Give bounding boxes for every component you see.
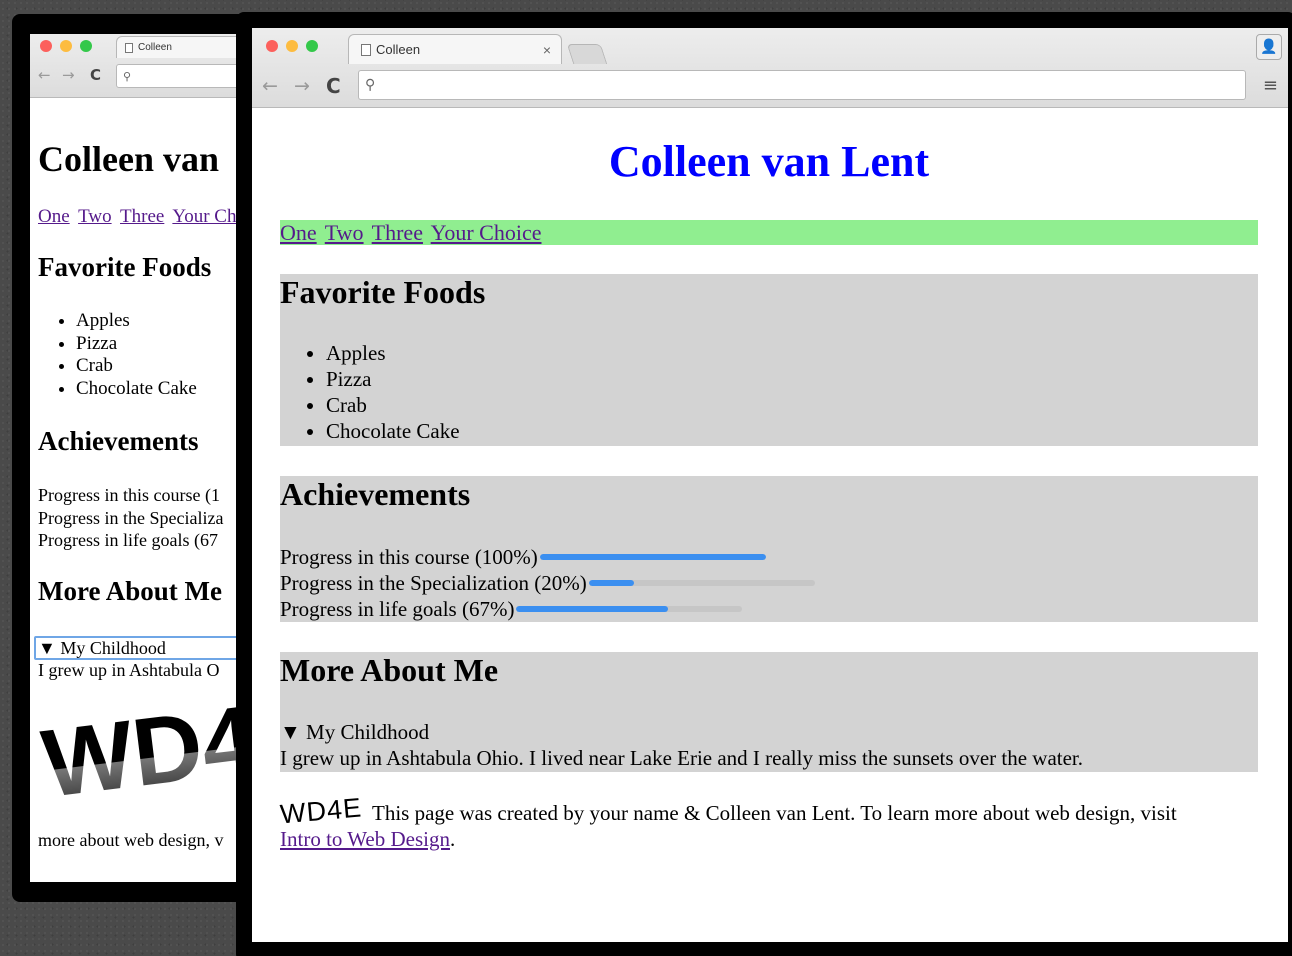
zoom-window-button[interactable] <box>306 40 318 52</box>
back-arrow-icon[interactable]: ← <box>262 75 278 97</box>
nav-link-your-choice[interactable]: Your Ch <box>172 206 236 227</box>
nav-link-one[interactable]: One <box>280 220 317 245</box>
page-title: Colleen van Lent <box>608 137 930 186</box>
foods-heading: Favorite Foods <box>38 252 212 282</box>
new-tab-button[interactable] <box>566 44 608 64</box>
close-window-button[interactable] <box>40 40 52 52</box>
disclosure-triangle-icon: ▼ <box>38 638 56 658</box>
list-item: Apples <box>76 310 197 333</box>
close-window-button[interactable] <box>266 40 278 52</box>
list-item: Pizza <box>326 366 460 392</box>
list-item: Crab <box>326 392 460 418</box>
achievements-section: Achievements Progress in this course (10… <box>280 476 1258 622</box>
minimize-window-button[interactable] <box>60 40 72 52</box>
list-item: Apples <box>326 340 460 366</box>
reload-icon[interactable]: C <box>90 66 101 84</box>
foreground-browser-window: Colleen × 👤 ← → C ⚲ ≡ Colleen van Lent O… <box>236 12 1292 956</box>
nav-bar: One Two Three Your Choice <box>280 220 1258 245</box>
progress-bar <box>539 554 766 560</box>
progress-label: Progress in life goals (67%) <box>280 597 515 621</box>
list-item: Chocolate Cake <box>326 418 460 444</box>
progress-bar-fill <box>588 580 634 586</box>
browser-tab[interactable]: Colleen <box>116 36 256 58</box>
disclosure-triangle-icon: ▼ <box>280 720 301 744</box>
address-bar[interactable]: ⚲ <box>358 70 1246 100</box>
childhood-detail: I grew up in Ashtabula O <box>38 660 220 680</box>
foods-list: Apples Pizza Crab Chocolate Cake <box>306 340 460 444</box>
footer-period: . <box>449 827 456 851</box>
childhood-detail: I grew up in Ashtabula Ohio. I lived nea… <box>280 746 1084 770</box>
browser-tab[interactable]: Colleen × <box>348 34 562 64</box>
progress-bar-fill <box>539 554 766 560</box>
search-icon: ⚲ <box>123 69 132 83</box>
nav-link-one[interactable]: One <box>38 206 70 227</box>
progress-list: Progress in this course (1 Progress in t… <box>38 484 223 552</box>
zoom-window-button[interactable] <box>80 40 92 52</box>
more-about-me-heading: More About Me <box>280 652 499 688</box>
progress-label: Progress in the Specialization (20%) <box>280 571 587 595</box>
footer-text: This page was created by your name & Col… <box>372 801 1177 825</box>
page-icon <box>361 43 371 56</box>
progress-label: Progress in this course (1 <box>38 485 220 505</box>
window-controls <box>40 40 92 52</box>
foods-heading: Favorite Foods <box>280 274 486 310</box>
foods-list: Apples Pizza Crab Chocolate Cake <box>58 310 197 400</box>
achievements-heading: Achievements <box>280 476 471 512</box>
menu-icon[interactable]: ≡ <box>1263 75 1278 96</box>
progress-row: Progress in the Specialization (20%) <box>280 570 815 596</box>
progress-bar-fill <box>516 606 668 612</box>
nav-links: One Two Three Your Ch <box>38 206 240 228</box>
list-item: Crab <box>76 355 197 378</box>
browser-chrome: Colleen × 👤 ← → C ⚲ ≡ <box>252 28 1288 108</box>
profile-icon[interactable]: 👤 <box>1256 34 1282 60</box>
list-item: Chocolate Cake <box>76 378 197 401</box>
favorite-foods-section: Favorite Foods Apples Pizza Crab Chocola… <box>280 274 1258 446</box>
page-footer: WD4E This page was created by your name &… <box>279 792 1270 852</box>
progress-label: Progress in this course (100%) <box>280 545 538 569</box>
nav-link-two[interactable]: Two <box>78 206 112 227</box>
nav-link-three[interactable]: Three <box>120 206 164 227</box>
forward-arrow-icon[interactable]: → <box>62 66 75 84</box>
reload-icon[interactable]: C <box>326 74 341 98</box>
window-controls <box>266 40 318 52</box>
tab-title: Colleen <box>376 42 421 57</box>
progress-row: Progress in life goals (67%) <box>280 596 743 622</box>
nav-link-two[interactable]: Two <box>325 220 364 245</box>
progress-label: Progress in the Specializa <box>38 507 224 528</box>
nav-link-three[interactable]: Three <box>372 220 423 245</box>
achievements-heading: Achievements <box>38 426 199 456</box>
tab-close-icon[interactable]: × <box>543 42 551 58</box>
summary-label: My Childhood <box>306 720 430 744</box>
page-viewport: Colleen van Lent One Two Three Your Choi… <box>252 108 1288 942</box>
progress-bar <box>516 606 743 612</box>
footer-text: more about web design, v <box>38 830 224 850</box>
search-icon: ⚲ <box>365 77 376 93</box>
summary-label: My Childhood <box>60 638 166 658</box>
page-icon <box>125 42 133 53</box>
more-about-me-heading: More About Me <box>38 576 222 606</box>
more-about-me-section: More About Me ▼ My Childhood I grew up i… <box>280 652 1258 772</box>
forward-arrow-icon[interactable]: → <box>294 75 310 97</box>
childhood-summary[interactable]: ▼ My Childhood <box>280 720 429 745</box>
page-title: Colleen van <box>38 139 220 179</box>
minimize-window-button[interactable] <box>286 40 298 52</box>
wd4e-logo: WD4E <box>278 792 364 830</box>
intro-web-design-link[interactable]: Intro to Web Design <box>280 827 450 851</box>
progress-row: Progress in this course (100%) <box>280 544 766 570</box>
progress-bar <box>588 580 815 586</box>
back-arrow-icon[interactable]: ← <box>38 66 51 84</box>
list-item: Pizza <box>76 333 197 356</box>
nav-link-your-choice[interactable]: Your Choice <box>431 220 542 245</box>
childhood-summary[interactable]: ▼ My Childhood <box>34 636 254 660</box>
tab-title: Colleen <box>138 42 172 53</box>
wd4e-logo: WD4 <box>36 685 262 819</box>
progress-label: Progress in life goals (67 <box>38 530 218 550</box>
